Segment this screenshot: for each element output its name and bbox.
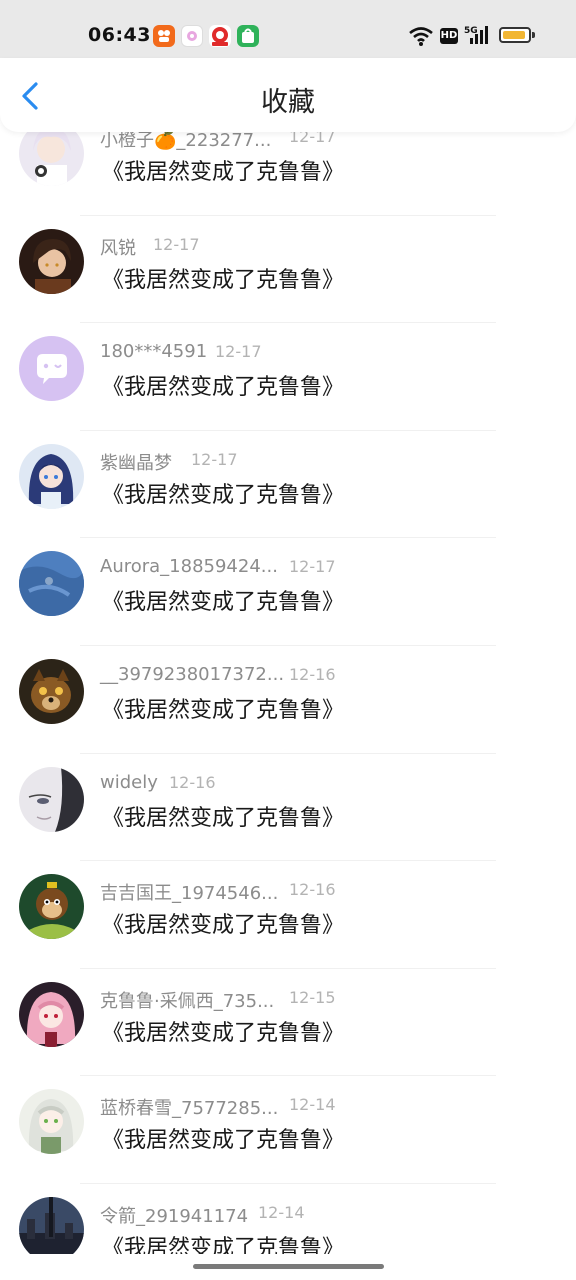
item-content[interactable]: 《我居然变成了克鲁鲁》	[102, 154, 344, 186]
item-content[interactable]: 《我居然变成了克鲁鲁》	[102, 1015, 344, 1047]
avatar[interactable]	[19, 1196, 84, 1254]
item-content[interactable]: 《我居然变成了克鲁鲁》	[102, 1230, 344, 1254]
avatar[interactable]	[19, 658, 84, 724]
item-content[interactable]: 《我居然变成了克鲁鲁》	[102, 369, 344, 401]
avatar[interactable]	[19, 766, 84, 832]
favorites-list-inner: 小橙子🍊_223277... 12-17 《我居然变成了克鲁鲁》 风锐 12-17 《我居…	[0, 132, 576, 1254]
item-date: 12-17	[191, 449, 238, 469]
avatar[interactable]	[19, 443, 84, 509]
avatar[interactable]	[19, 874, 84, 940]
item-content[interactable]: 《我居然变成了克鲁鲁》	[102, 477, 344, 509]
list-item[interactable]: 180***4591 12-17 《我居然变成了克鲁鲁》	[0, 323, 576, 431]
item-date: 12-17	[289, 557, 336, 577]
battery-cap	[532, 32, 535, 38]
item-date: 12-16	[169, 772, 216, 792]
item-date: 12-17	[153, 234, 200, 254]
cell-signal-icon: 5G	[464, 26, 488, 44]
status-time: 06:43	[88, 24, 151, 46]
shopping-bag-icon	[237, 25, 259, 47]
username[interactable]: 紫幽晶梦	[100, 449, 172, 475]
item-content[interactable]: 《我居然变成了克鲁鲁》	[102, 584, 344, 616]
item-content[interactable]: 《我居然变成了克鲁鲁》	[102, 907, 344, 939]
list-item[interactable]: 令箭_291941174 12-14 《我居然变成了克鲁鲁》	[0, 1184, 576, 1254]
item-date: 12-15	[289, 987, 336, 1007]
username[interactable]: widely	[100, 772, 158, 793]
list-item[interactable]: 吉吉国王_1974546... 12-16 《我居然变成了克鲁鲁》	[0, 861, 576, 969]
status-bar: 06:43 HD 5G	[0, 0, 576, 60]
home-indicator[interactable]	[193, 1264, 384, 1269]
battery-icon	[499, 27, 531, 43]
flower-app-icon	[181, 25, 203, 47]
username[interactable]: __3979238017372...	[100, 664, 284, 685]
avatar[interactable]	[19, 336, 84, 402]
list-item[interactable]: __3979238017372... 12-16 《我居然变成了克鲁鲁》	[0, 646, 576, 754]
list-item[interactable]: 紫幽晶梦 12-17 《我居然变成了克鲁鲁》	[0, 431, 576, 539]
item-content[interactable]: 《我居然变成了克鲁鲁》	[102, 262, 344, 294]
item-date: 12-17	[215, 342, 262, 362]
avatar[interactable]	[19, 228, 84, 294]
favorites-list[interactable]: 小橙子🍊_223277... 12-17 《我居然变成了克鲁鲁》 风锐 12-17 《我居…	[0, 132, 576, 1254]
wifi-icon	[409, 27, 433, 46]
avatar[interactable]	[19, 1089, 84, 1155]
list-item[interactable]: widely 12-16 《我居然变成了克鲁鲁》	[0, 754, 576, 862]
list-item[interactable]: 小橙子🍊_223277... 12-17 《我居然变成了克鲁鲁》	[0, 132, 576, 216]
avatar[interactable]	[19, 981, 84, 1047]
username[interactable]: 蓝桥春雪_7577285...	[100, 1094, 278, 1120]
item-date: 12-16	[289, 664, 336, 684]
header: 收藏	[0, 58, 576, 132]
username[interactable]: 克鲁鲁·采佩西_735...	[100, 987, 274, 1013]
username[interactable]: 令箭_291941174	[100, 1202, 248, 1228]
avatar[interactable]	[19, 132, 84, 186]
taobao-icon	[153, 25, 175, 47]
list-item[interactable]: 风锐 12-17 《我居然变成了克鲁鲁》	[0, 216, 576, 324]
item-date: 12-17	[289, 132, 336, 146]
list-item[interactable]: Aurora_18859424... 12-17 《我居然变成了克鲁鲁》	[0, 538, 576, 646]
battery-level	[503, 31, 525, 39]
list-item[interactable]: 克鲁鲁·采佩西_735... 12-15 《我居然变成了克鲁鲁》	[0, 969, 576, 1077]
item-date: 12-14	[289, 1095, 336, 1115]
item-date: 12-16	[289, 880, 336, 900]
video-app-icon	[209, 25, 231, 47]
item-date: 12-14	[258, 1202, 305, 1222]
username[interactable]: 吉吉国王_1974546...	[100, 879, 278, 905]
avatar[interactable]	[19, 551, 84, 617]
username[interactable]: Aurora_18859424...	[100, 556, 278, 577]
item-content[interactable]: 《我居然变成了克鲁鲁》	[102, 692, 344, 724]
hd-badge: HD	[440, 28, 458, 44]
item-content[interactable]: 《我居然变成了克鲁鲁》	[102, 1122, 344, 1154]
list-item[interactable]: 蓝桥春雪_7577285... 12-14 《我居然变成了克鲁鲁》	[0, 1076, 576, 1184]
item-content[interactable]: 《我居然变成了克鲁鲁》	[102, 800, 344, 832]
username[interactable]: 180***4591	[100, 341, 207, 362]
page-title: 收藏	[261, 87, 315, 118]
username[interactable]: 小橙子🍊_223277...	[100, 132, 271, 152]
username[interactable]: 风锐	[100, 234, 136, 260]
